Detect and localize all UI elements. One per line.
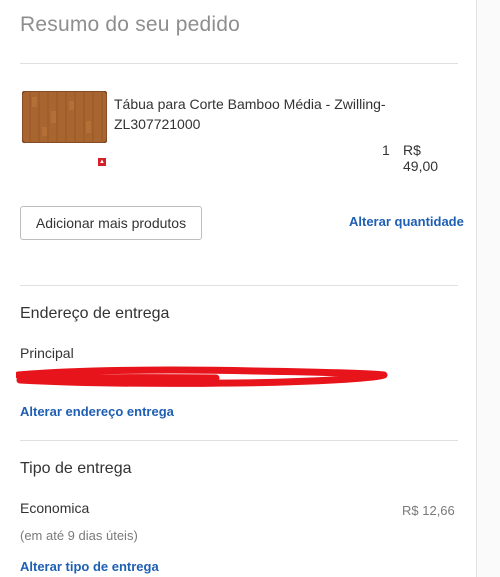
delivery-option-name: Economica bbox=[20, 500, 90, 516]
cutting-board-image bbox=[22, 91, 107, 143]
redacted-address-scribble bbox=[16, 366, 388, 387]
product-price: R$ 49,00 bbox=[403, 142, 439, 174]
change-delivery-type-link[interactable]: Alterar tipo de entrega bbox=[20, 559, 159, 574]
scrollbar-track[interactable] bbox=[477, 0, 500, 577]
product-quantity: 1 bbox=[382, 142, 390, 158]
change-quantity-link[interactable]: Alterar quantidade bbox=[349, 214, 464, 229]
delivery-option-eta: (em até 9 dias úteis) bbox=[20, 528, 138, 543]
address-name: Principal bbox=[20, 345, 74, 361]
delivery-option-price: R$ 12,66 bbox=[402, 503, 455, 518]
panel-border bbox=[476, 0, 477, 577]
delivery-type-title: Tipo de entrega bbox=[20, 460, 132, 477]
delivery-address-title: Endereço de entrega bbox=[20, 305, 170, 322]
divider bbox=[20, 63, 458, 64]
product-name: Tábua para Corte Bamboo Média - Zwilling… bbox=[114, 96, 386, 132]
page-title: Resumo do seu pedido bbox=[20, 13, 240, 36]
divider bbox=[20, 285, 458, 286]
divider bbox=[20, 440, 458, 441]
change-address-link[interactable]: Alterar endereço entrega bbox=[20, 404, 174, 419]
add-more-products-button[interactable]: Adicionar mais produtos bbox=[20, 206, 202, 240]
zwilling-logo-icon: ▲ bbox=[98, 158, 106, 166]
